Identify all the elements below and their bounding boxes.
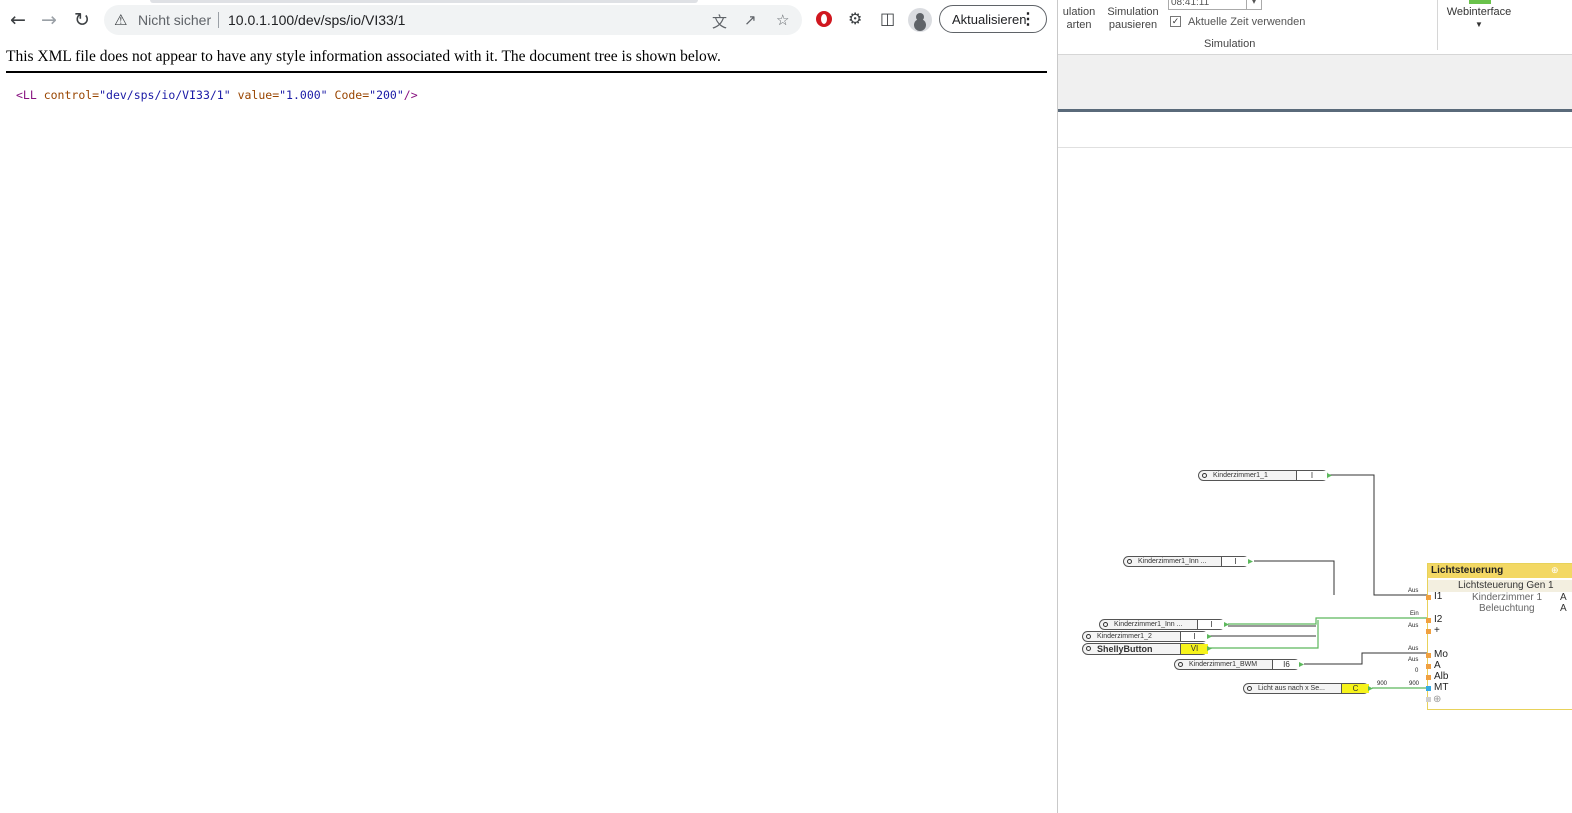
block-type: I [1221,557,1249,566]
xml-value-value: "1.000" [279,88,328,102]
block-name: Kinderzimmer1_BWM [1189,661,1258,668]
constant-block-licht[interactable]: Licht aus nach x Se... C [1243,683,1373,694]
block-connector-icon [1086,646,1091,651]
wire-label-zero: 0 [1415,668,1419,674]
security-label[interactable]: Nicht sicher [138,12,211,28]
browser-window: ← → ↻ ⚠ Nicht sicher 10.0.1.100/dev/sps/… [0,0,1058,813]
block-connector-icon [1178,662,1183,667]
xml-attr-code: Code= [327,88,370,102]
xml-value-control: "dev/sps/io/VI33/1" [99,88,231,102]
xml-element-line: <LL control="dev/sps/io/VI33/1" value="1… [16,88,418,102]
xml-attr-value: value= [230,88,280,102]
wire-label-aus: Aus [1408,657,1419,663]
wire-label-aus: Aus [1408,588,1419,594]
block-type: I [1197,620,1225,629]
wire-label-900: 900 [1409,681,1420,687]
forward-icon[interactable]: → [37,8,61,32]
update-button[interactable]: Aktualisieren ⋮ [939,5,1047,33]
input-label-a: A [1434,660,1441,671]
xml-tag-open: <LL [16,88,37,102]
block-connector-icon [1127,559,1132,564]
lichtsteuerung-subtitle: Lichtsteuerung Gen 1 [1458,580,1554,591]
extensions-icon[interactable]: ⚙ [848,9,862,28]
wire-k1-i1[interactable] [1328,474,1427,596]
input-pin-extra[interactable] [1426,697,1431,702]
block-type: C [1341,684,1369,693]
block-name: Kinderzimmer1_Inn ... [1138,558,1207,565]
input-pin-plus[interactable] [1426,629,1431,634]
lichtsteuerung-block[interactable]: Lichtsteuerung ⊕ Lichtsteuerung Gen 1 Ki… [1426,563,1572,710]
block-type: I6 [1272,660,1300,669]
loxone-config-window: ulation arten Simulation pausieren 08:41… [1058,0,1572,813]
lichtsteuerung-desc-function: Beleuchtung [1479,603,1535,614]
block-name: Kinderzimmer1_Inn ... [1114,621,1183,628]
address-bar[interactable]: ⚠ Nicht sicher 10.0.1.100/dev/sps/io/VI3… [104,5,802,35]
input-label-i2: I2 [1434,614,1443,625]
input-label-alb: Alb [1434,671,1449,682]
sidepanel-icon[interactable]: ◫ [880,9,895,28]
input-label-mo: Mo [1434,649,1448,660]
tab-strip-edge [150,0,698,3]
wire-label-ein: Ein [1410,611,1419,617]
lichtsteuerung-title: Lichtsteuerung [1431,565,1504,576]
input-block-k1[interactable]: Kinderzimmer1_1 I [1198,470,1332,481]
block-connector-icon [1086,634,1091,639]
wire-kinn2-i2[interactable] [1228,617,1427,625]
star-icon[interactable]: ☆ [776,11,789,29]
xml-value-code: "200" [369,88,404,102]
block-name: Kinderzimmer1_2 [1097,633,1152,640]
wire-label-900: 900 [1377,681,1388,687]
expand-icon[interactable]: ⊕ [1551,565,1559,576]
xml-attr-control: control= [36,88,100,102]
lichtsteuerung-subtitle-bar: Lichtsteuerung Gen 1 [1428,580,1572,592]
output-label: A [1560,603,1567,614]
input-block-k2[interactable]: Kinderzimmer1_2 I [1082,631,1212,642]
translate-icon[interactable]: 文 [712,11,727,32]
xml-tag-close: /> [403,88,418,102]
block-type: I [1296,471,1327,480]
input-label-mt: MT [1434,682,1449,693]
block-name: Licht aus nach x Se... [1258,685,1325,692]
block-type: I [1180,632,1208,641]
add-input-icon[interactable]: ⊕ [1433,694,1441,705]
back-icon[interactable]: ← [6,8,30,32]
output-label: A [1560,592,1567,603]
input-pin-mo[interactable] [1426,653,1431,658]
block-type: VI [1180,644,1208,654]
update-button-label: Aktualisieren [952,12,1027,27]
wire-label-aus: Aus [1408,623,1419,629]
url-text[interactable]: 10.0.1.100/dev/sps/io/VI33/1 [228,12,405,28]
wire-label-aus: Aus [1408,646,1419,652]
input-block-kinn2[interactable]: Kinderzimmer1_Inn ... I [1099,619,1229,630]
input-block-shelly[interactable]: ShellyButton VI [1082,643,1212,655]
input-pin-i1[interactable] [1426,595,1431,600]
adblock-icon[interactable] [816,11,832,27]
input-pin-a[interactable] [1426,664,1431,669]
omnibox-separator [218,12,219,28]
warning-icon[interactable]: ⚠ [114,11,127,29]
reload-icon[interactable]: ↻ [70,8,94,32]
block-name: ShellyButton [1097,644,1153,654]
input-block-kinn1[interactable]: Kinderzimmer1_Inn ... I [1123,556,1253,567]
xml-style-notice: This XML file does not appear to have an… [6,48,721,65]
input-label-i1: I1 [1434,591,1443,602]
browser-toolbar: ← → ↻ ⚠ Nicht sicher 10.0.1.100/dev/sps/… [0,0,1057,40]
lichtsteuerung-desc-room: Kinderzimmer 1 [1472,592,1543,603]
menu-icon[interactable]: ⋮ [1020,9,1036,29]
input-pin-mt[interactable] [1426,686,1431,691]
lichtsteuerung-header[interactable]: Lichtsteuerung ⊕ [1428,564,1572,578]
block-connector-icon [1202,473,1207,478]
share-icon[interactable]: ↗ [744,11,757,29]
block-name: Kinderzimmer1_1 [1213,472,1268,479]
xml-divider [6,71,1047,73]
wire-kinn1-i1[interactable] [1254,560,1335,595]
block-connector-icon [1247,686,1252,691]
profile-icon[interactable] [908,8,932,32]
input-pin-i2[interactable] [1426,618,1431,623]
input-pin-alb[interactable] [1426,675,1431,680]
input-block-bwm[interactable]: Kinderzimmer1_BWM I6 [1174,659,1304,670]
input-label-plus: + [1434,625,1440,636]
block-connector-icon [1103,622,1108,627]
